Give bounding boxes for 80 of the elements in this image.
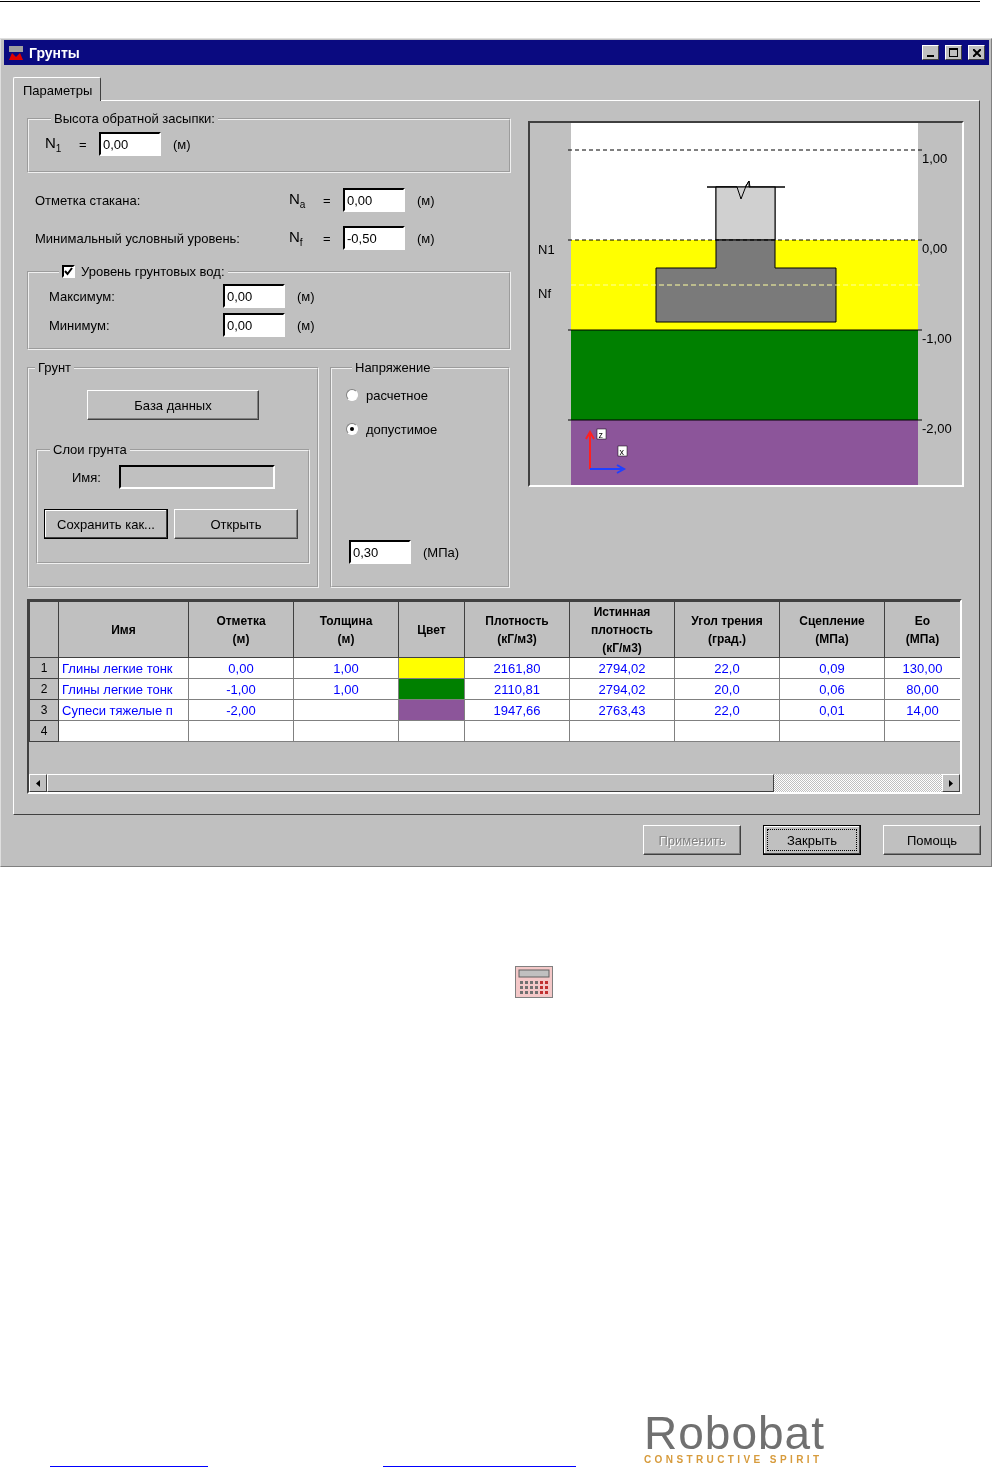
radio-button[interactable] [346,423,358,435]
radio-button[interactable] [346,389,358,401]
unit-label: (МПа) [423,544,460,560]
column-header: Отметка (м) [188,601,294,658]
input-field[interactable]: 0,30 [349,540,411,564]
close-button[interactable] [968,45,985,60]
scroll-thumb[interactable] [47,774,774,792]
logo-tagline: CONSTRUCTIVE SPIRIT [644,1454,823,1466]
input-field[interactable]: 0,00 [223,313,285,337]
window-title: Грунты [29,44,81,61]
elevation-label: 0,00 [922,241,948,256]
group-label: Высота обратной засыпки: [53,111,216,126]
column-header: Толщина (м) [293,601,399,658]
help-button[interactable]: Помощь [883,825,981,855]
level-label: Nf [538,286,551,301]
unit-label: (м) [417,230,435,246]
field-label: Отметка стакана: [35,192,142,208]
radio-option[interactable]: расчетное [346,385,508,405]
radio-option[interactable]: допустимое [346,419,508,439]
group-label: Слои грунта [52,442,128,457]
checkbox[interactable] [62,265,75,278]
caret-right-icon [949,779,953,787]
column-header: Имя [58,601,189,658]
symbol-label: N$_{a}$ [289,190,307,210]
elevation-label: -1,00 [922,331,952,346]
scroll-left-button[interactable] [29,774,47,792]
row-number: 4 [29,720,59,742]
field-label: Минимум: [49,317,111,333]
column-header: Сцепление (МПа) [779,601,885,658]
field-label: Имя: [72,469,101,485]
axis-label: x [619,446,624,457]
unit-label: (м) [173,136,191,152]
row-number: 3 [29,699,59,721]
column-header: Ео (МПа) [884,601,960,658]
database-button[interactable]: База данных [87,390,259,420]
save-as-button[interactable]: Сохранить как... [44,509,168,539]
maximize-icon [949,48,958,57]
symbol-label: N$_{f}$ [289,228,304,248]
axes-icon [585,428,628,474]
maximize-button[interactable] [945,45,962,60]
close-button[interactable]: Закрыть [763,825,861,855]
column-header: Плотность (кГ/м3) [464,601,570,658]
equals-label: = [323,192,332,208]
close-icon [972,48,981,57]
elevation-label: 1,00 [922,151,948,166]
level-label: N1 [538,242,555,257]
field-label: Максимум: [49,288,116,304]
equals-label: = [79,136,88,152]
field-label: Минимальный условный уровень: [35,230,241,246]
group-label: Грунт [37,360,73,375]
scroll-right-button[interactable] [942,774,960,792]
axis-label: z [598,429,603,440]
row-number: 2 [29,678,59,700]
column-header: Цвет [398,601,465,658]
unit-label: (м) [297,288,315,304]
minimize-button[interactable] [922,45,939,60]
symbol-label: N$_{1}$ [45,134,63,154]
minimize-icon [927,55,934,57]
equals-label: = [323,230,332,246]
app-icon [8,44,24,61]
input-field[interactable]: 0,00 [343,188,405,212]
radio-label: расчетное [366,387,428,403]
row-number: 1 [29,657,59,679]
unit-label: (м) [417,192,435,208]
column-header: Истинная плотность (кГ/м3) [569,601,675,658]
input-field[interactable]: -0,50 [343,226,405,250]
scrollbar[interactable] [29,773,960,792]
calculator-icon [515,966,553,998]
column-header: Угол трения (град.) [674,601,780,658]
tab[interactable]: Параметры [13,77,102,101]
input-field[interactable]: 0,00 [223,284,285,308]
elevation-label: -2,00 [922,421,952,436]
radio-label: допустимое [366,421,438,437]
logo-wordmark: Robobat [644,1412,825,1454]
unit-label: (м) [297,317,315,333]
input-field[interactable]: 0,00 [99,132,161,156]
group-label: Напряжение [354,360,432,375]
open-button[interactable]: Открыть [174,509,298,539]
checkbox-label: Уровень грунтовых вод: [81,264,225,279]
caret-left-icon [36,779,40,787]
